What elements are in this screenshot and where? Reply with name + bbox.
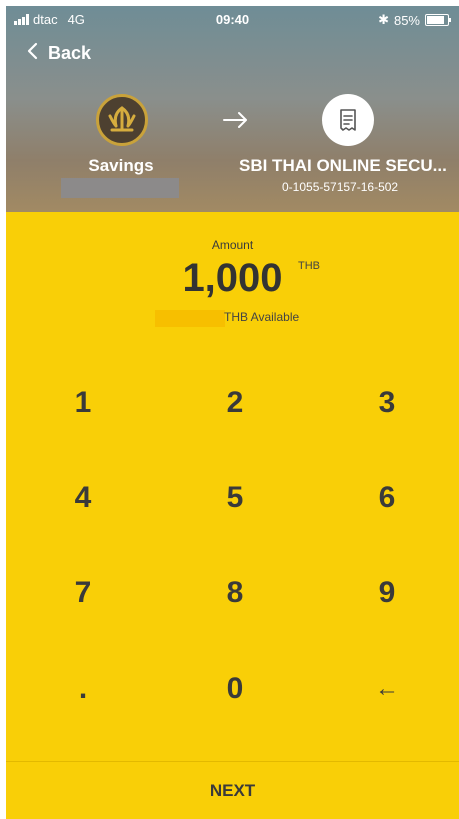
recipient-name: SBI THAI ONLINE SECU... bbox=[239, 156, 447, 175]
redacted-account-number bbox=[61, 178, 179, 198]
amount-display: 1,000 THB bbox=[6, 256, 459, 301]
key-1[interactable]: 1 bbox=[8, 358, 158, 448]
battery-percent: 85% bbox=[393, 12, 420, 28]
key-decimal[interactable]: . bbox=[8, 644, 158, 734]
backspace-icon[interactable]: ← bbox=[312, 644, 459, 734]
key-5[interactable]: 5 bbox=[160, 453, 310, 543]
transfer-header: dtac 4G 09:40 ✱ 85% Back Savings SBI THA… bbox=[6, 6, 459, 212]
bluetooth-icon: ✱ bbox=[378, 12, 389, 27]
battery-icon bbox=[425, 14, 451, 26]
status-right: ✱ 85% bbox=[378, 12, 451, 28]
arrow-right-icon bbox=[222, 106, 250, 137]
back-button[interactable]: Back bbox=[26, 42, 91, 64]
key-0[interactable]: 0 bbox=[160, 644, 310, 734]
key-4[interactable]: 4 bbox=[8, 453, 158, 543]
transfer-screen: dtac 4G 09:40 ✱ 85% Back Savings SBI THA… bbox=[0, 0, 459, 819]
receipt-icon bbox=[322, 94, 374, 146]
key-7[interactable]: 7 bbox=[8, 548, 158, 638]
back-label: Back bbox=[48, 42, 92, 63]
bank-logo-icon bbox=[96, 94, 148, 146]
key-2[interactable]: 2 bbox=[160, 358, 310, 448]
battery-fill bbox=[427, 16, 444, 24]
status-bar: dtac 4G 09:40 ✱ 85% bbox=[6, 6, 459, 32]
next-button[interactable]: NEXT bbox=[6, 762, 459, 819]
key-3[interactable]: 3 bbox=[312, 358, 459, 448]
from-account-label: Savings bbox=[88, 156, 154, 175]
recipient-account-number: 0-1055-57157-16-502 bbox=[282, 180, 399, 194]
available-balance-label: THB Available bbox=[224, 310, 300, 324]
key-9[interactable]: 9 bbox=[312, 548, 459, 638]
chevron-left-icon bbox=[26, 42, 38, 64]
amount-label: Amount bbox=[211, 238, 254, 252]
redacted-available-balance bbox=[155, 310, 225, 327]
currency-label: THB bbox=[298, 260, 320, 272]
amount-value: 1,000 bbox=[182, 256, 283, 300]
key-8[interactable]: 8 bbox=[160, 548, 310, 638]
amount-entry-panel: Amount 1,000 THB THB Available 1 2 3 4 5… bbox=[6, 212, 459, 819]
key-6[interactable]: 6 bbox=[312, 453, 459, 543]
